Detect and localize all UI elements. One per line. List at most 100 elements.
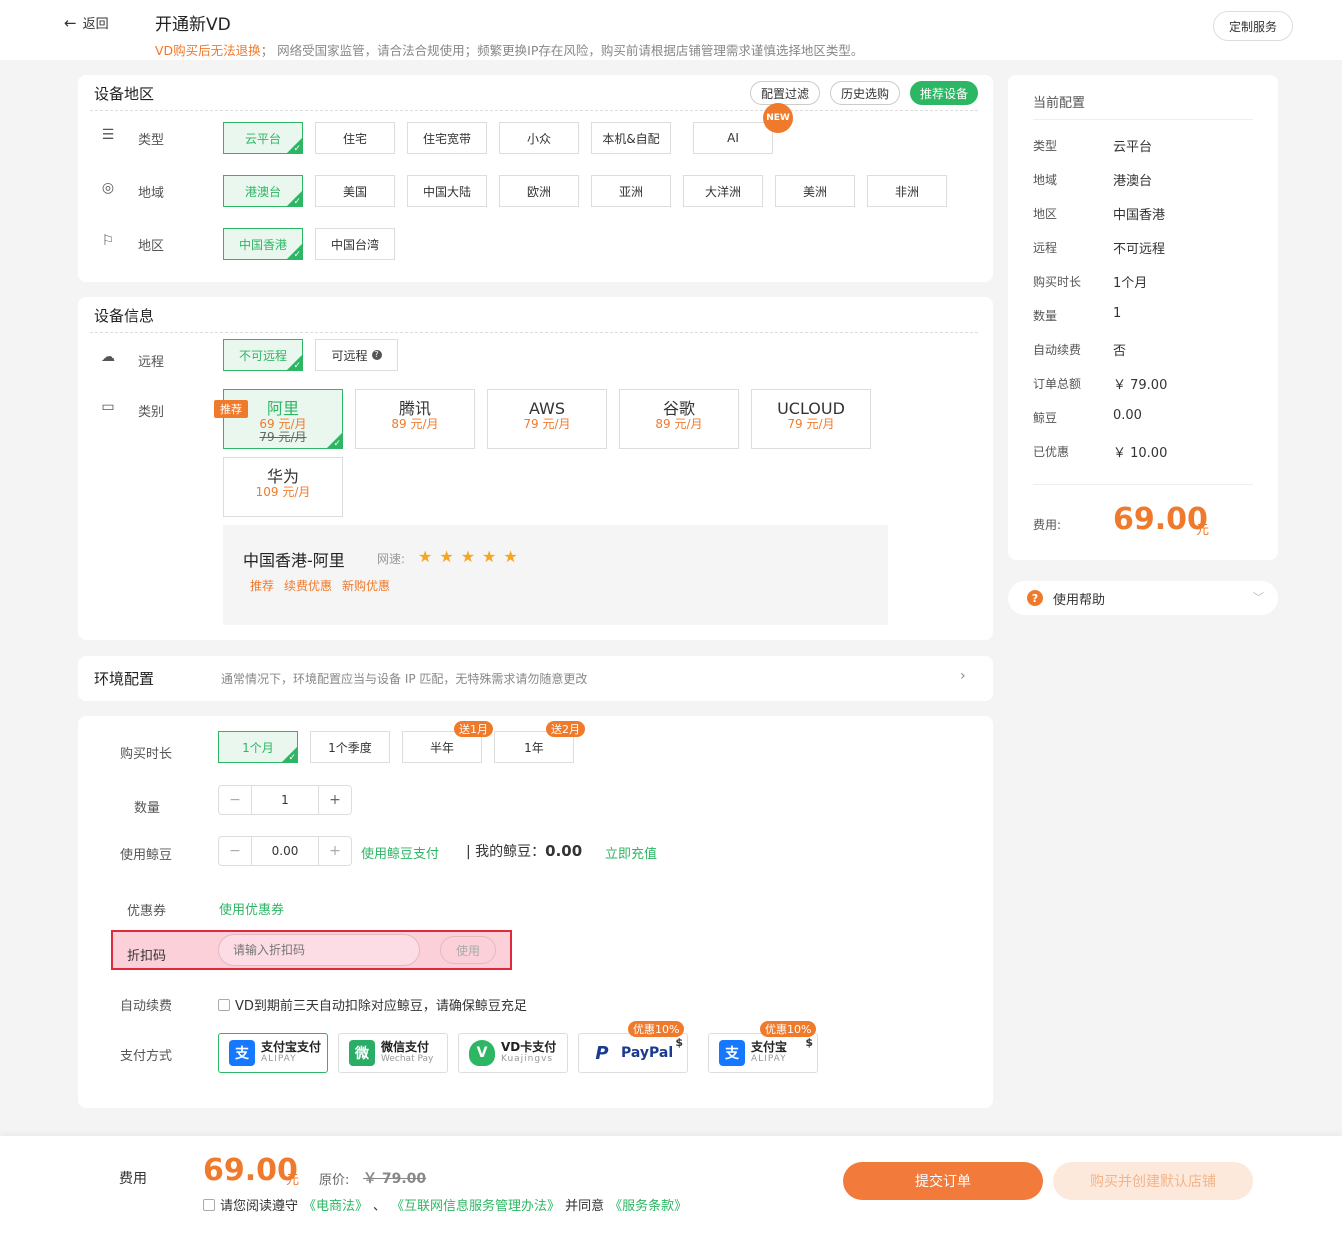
promo-tag: 送1月: [454, 721, 493, 737]
remote-option-yes[interactable]: 可远程 ?: [315, 339, 398, 371]
vendor-option-huawei[interactable]: 华为 109 元/月: [223, 457, 343, 517]
payment-subname: Wechat Pay: [381, 1054, 434, 1064]
submit-order-button[interactable]: 提交订单: [843, 1162, 1043, 1200]
summary-title: 当前配置: [1033, 96, 1086, 111]
type-option-local[interactable]: 本机&自配: [591, 122, 671, 154]
vendor-old-price: 79 元/月: [259, 430, 307, 444]
type-option-ai[interactable]: AI: [693, 122, 773, 154]
payment-subname: ALIPAY: [261, 1054, 297, 1064]
terms-link[interactable]: 《服务条款》: [609, 1195, 687, 1214]
recommend-button[interactable]: 推荐设备: [910, 81, 978, 105]
speed-stars: ★ ★ ★ ★ ★: [418, 547, 525, 566]
vendor-name: 腾讯: [398, 399, 431, 418]
use-coupon-link[interactable]: 使用优惠券: [219, 899, 284, 918]
beans-pay-link[interactable]: 使用鲸豆支付: [361, 843, 439, 862]
page-title: 开通新VD: [155, 15, 231, 35]
beans-value[interactable]: 0.00: [251, 837, 319, 865]
area-option-hkmt[interactable]: 港澳台: [223, 175, 303, 207]
promo-tag: 优惠10%: [628, 1021, 685, 1037]
remote-option-no[interactable]: 不可远程: [223, 339, 303, 371]
discount-code-input[interactable]: [218, 934, 420, 966]
quantity-stepper[interactable]: − 1 +: [218, 785, 352, 815]
payment-name: 支付宝支付: [261, 1040, 322, 1054]
history-button[interactable]: 历史选购: [830, 81, 900, 105]
area-option-asia[interactable]: 亚洲: [591, 175, 671, 207]
summary-value: 1: [1113, 306, 1122, 321]
type-option-residential[interactable]: 住宅: [315, 122, 395, 154]
star-icon: ★: [503, 547, 518, 566]
new-badge: NEW: [763, 103, 793, 133]
autorenew-checkbox[interactable]: [218, 998, 230, 1011]
chevron-down-icon: ﹀: [1253, 591, 1264, 604]
recharge-link[interactable]: 立即充值: [605, 843, 657, 862]
type-option-cloud[interactable]: 云平台: [223, 122, 303, 154]
vendor-option-aws[interactable]: AWS 79 元/月: [487, 389, 607, 449]
star-icon: ★: [439, 547, 454, 566]
vendor-detail-box: 中国香港-阿里 网速: ★ ★ ★ ★ ★ 推荐 续费优惠 新购优惠: [223, 525, 888, 625]
autorenew-label: 自动续费: [120, 999, 173, 1014]
area-option-americas[interactable]: 美洲: [775, 175, 855, 207]
arrow-left-icon: ←: [64, 13, 77, 32]
quantity-label: 数量: [134, 801, 161, 816]
vendor-name: UCLOUD: [777, 399, 845, 418]
region-option-hk[interactable]: 中国香港: [223, 228, 303, 260]
autorenew-option[interactable]: VD到期前三天自动扣除对应鲸豆，请确保鲸豆充足: [218, 995, 527, 1014]
decrement-button[interactable]: −: [219, 786, 251, 814]
duration-option-1m[interactable]: 1个月: [218, 731, 298, 763]
divider: [1033, 484, 1253, 485]
summary-key: 已优惠: [1033, 445, 1070, 459]
area-option-africa[interactable]: 非洲: [867, 175, 947, 207]
payment-alipay[interactable]: 支 支付宝支付 ALIPAY: [218, 1033, 328, 1073]
promo-tag: 送2月: [546, 721, 585, 737]
increment-button[interactable]: +: [319, 786, 351, 814]
decrement-button[interactable]: −: [219, 837, 251, 865]
duration-option-quarter[interactable]: 1个季度: [310, 731, 390, 763]
layers-icon: ☰: [101, 127, 115, 143]
payment-wechat[interactable]: 微 微信支付 Wechat Pay: [338, 1033, 448, 1073]
vendor-price: 79 元/月: [787, 417, 835, 431]
buy-create-store-button[interactable]: 购买并创建默认店铺: [1053, 1162, 1253, 1200]
summary-value: 0.00: [1113, 408, 1142, 423]
payment-vdcard[interactable]: V VD卡支付 Kuajingvs: [458, 1033, 568, 1073]
internet-regulation-link[interactable]: 《互联网信息服务管理办法》: [391, 1195, 560, 1214]
agreement-checkbox[interactable]: [203, 1198, 215, 1211]
vendor-option-tencent[interactable]: 腾讯 89 元/月: [355, 389, 475, 449]
help-icon: ?: [1027, 590, 1043, 606]
payment-paypal[interactable]: P PayPal $: [578, 1033, 688, 1073]
type-option-broadband[interactable]: 住宅宽带: [407, 122, 487, 154]
beans-stepper[interactable]: − 0.00 +: [218, 836, 352, 866]
config-filter-button[interactable]: 配置过滤: [750, 81, 820, 105]
star-icon: ★: [418, 547, 433, 566]
env-config-card[interactable]: 环境配置 通常情况下，环境配置应当与设备 IP 匹配，无特殊需求请勿随意更改 ›: [78, 656, 993, 701]
quantity-value[interactable]: 1: [251, 786, 319, 814]
env-config-title: 环境配置: [94, 670, 155, 688]
vendor-option-ucloud[interactable]: UCLOUD 79 元/月: [751, 389, 871, 449]
vendor-name: AWS: [528, 399, 566, 418]
vendor-name: 华为: [266, 467, 299, 486]
remote-label: 远程: [138, 355, 165, 370]
vendor-option-ali[interactable]: 推荐 阿里 69 元/月 79 元/月: [214, 389, 343, 449]
discount-use-button[interactable]: 使用: [440, 936, 496, 964]
custom-service-button[interactable]: 定制服务: [1213, 11, 1293, 41]
payment-subname: ALIPAY: [751, 1054, 787, 1064]
area-option-us[interactable]: 美国: [315, 175, 395, 207]
region-option-tw[interactable]: 中国台湾: [315, 228, 395, 260]
chevron-right-icon[interactable]: ›: [960, 668, 966, 684]
vendor-price: 89 元/月: [391, 417, 439, 431]
help-panel[interactable]: ? 使用帮助 ﹀: [1008, 581, 1278, 615]
ecommerce-law-link[interactable]: 《电商法》: [303, 1195, 368, 1214]
type-option-niche[interactable]: 小众: [499, 122, 579, 154]
area-option-europe[interactable]: 欧洲: [499, 175, 579, 207]
payment-alipay-intl[interactable]: 支 支付宝 ALIPAY $: [708, 1033, 818, 1073]
area-option-mainland[interactable]: 中国大陆: [407, 175, 487, 207]
payment-subname: Kuajingvs: [501, 1054, 554, 1064]
monitor-icon: ▭: [101, 399, 115, 415]
summary-key: 远程: [1033, 241, 1058, 255]
vendor-option-google[interactable]: 谷歌 89 元/月: [619, 389, 739, 449]
area-option-oceania[interactable]: 大洋洲: [683, 175, 763, 207]
agree-mid: 并同意: [565, 1199, 605, 1214]
detail-tags: 推荐 续费优惠 新购优惠: [250, 577, 400, 594]
increment-button[interactable]: +: [319, 837, 351, 865]
discount-label: 折扣码: [127, 949, 167, 964]
back-button[interactable]: ← 返回: [64, 13, 109, 33]
